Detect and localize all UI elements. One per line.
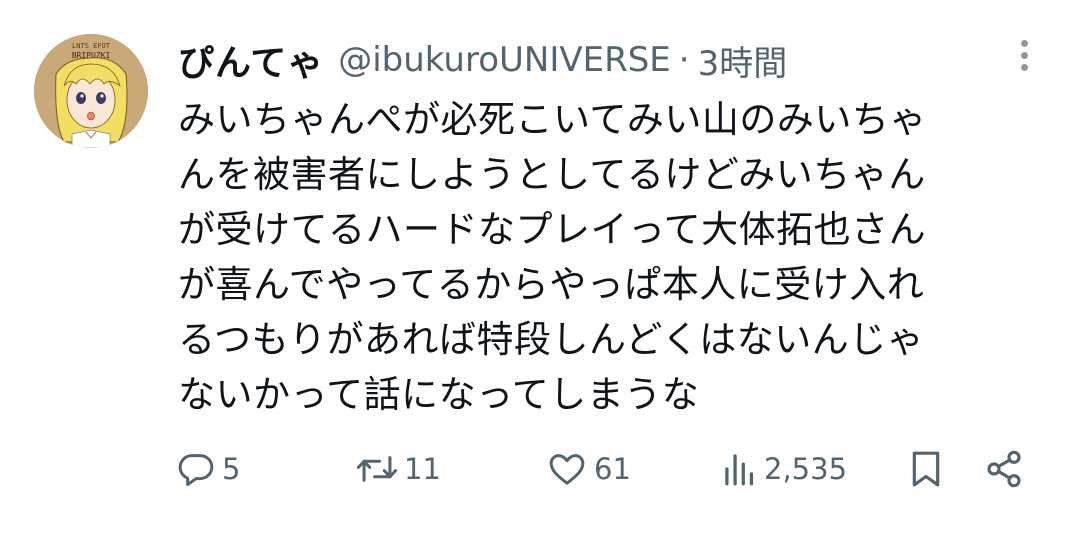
bookmark-button[interactable]: [906, 444, 946, 494]
tweet-text-line: んを被害者にしようとしてるけどみいちゃん: [178, 153, 926, 196]
separator-dot: ·: [678, 40, 690, 80]
user-handle[interactable]: @ibukuroUNIVERSE: [338, 40, 671, 80]
tweet-text-line: るつもりがあれば特段しんどくはないんじゃ: [178, 318, 925, 361]
avatar[interactable]: LNTS EFOT BRIPUZKI: [34, 34, 148, 148]
tweet-text-line: みいちゃんぺが必死こいてみい山のみいちゃ: [178, 98, 927, 141]
display-name[interactable]: ぴんてゃ: [178, 34, 324, 86]
tweet-text-line: が喜んでやってるからやっぱ本人に受け入れ: [178, 263, 925, 306]
action-bar: 5 11 61 2,535: [0, 444, 1080, 494]
retweet-count: 11: [404, 452, 441, 486]
retweet-icon: [356, 456, 398, 482]
share-button[interactable]: [984, 444, 1024, 494]
views-button[interactable]: 2,535: [722, 444, 847, 494]
tweet: LNTS EFOT BRIPUZKI ぴんてゃ @ibukuroUNIVERSE…: [0, 0, 1080, 534]
tweet-text-line: が受けてるハードなプレイって大体拓也さん: [178, 208, 927, 251]
share-icon: [987, 450, 1021, 488]
reply-button[interactable]: 5: [176, 444, 240, 494]
heart-icon: [549, 454, 585, 485]
avatar-lettering: LNTS EFOT: [72, 42, 111, 50]
avatar-image: LNTS EFOT BRIPUZKI: [34, 34, 148, 148]
more-vertical-icon[interactable]: [1012, 40, 1036, 80]
timestamp[interactable]: 3時間: [698, 36, 788, 85]
like-count: 61: [594, 452, 631, 486]
retweet-button[interactable]: 11: [356, 444, 441, 494]
bookmark-icon: [912, 451, 940, 487]
reply-bubble-icon: [178, 454, 214, 486]
tweet-text: みいちゃんぺが必死こいてみい山のみいちゃ んを被害者にしようとしてるけどみいちゃ…: [178, 92, 1038, 422]
view-count: 2,535: [764, 452, 848, 486]
views-bar-chart-icon: [725, 454, 754, 486]
like-button[interactable]: 61: [546, 444, 631, 494]
reply-count: 5: [222, 452, 241, 486]
tweet-header: ぴんてゃ @ibukuroUNIVERSE · 3時間: [178, 32, 787, 88]
tweet-text-line: ないかって話になってしまうな: [178, 373, 700, 416]
